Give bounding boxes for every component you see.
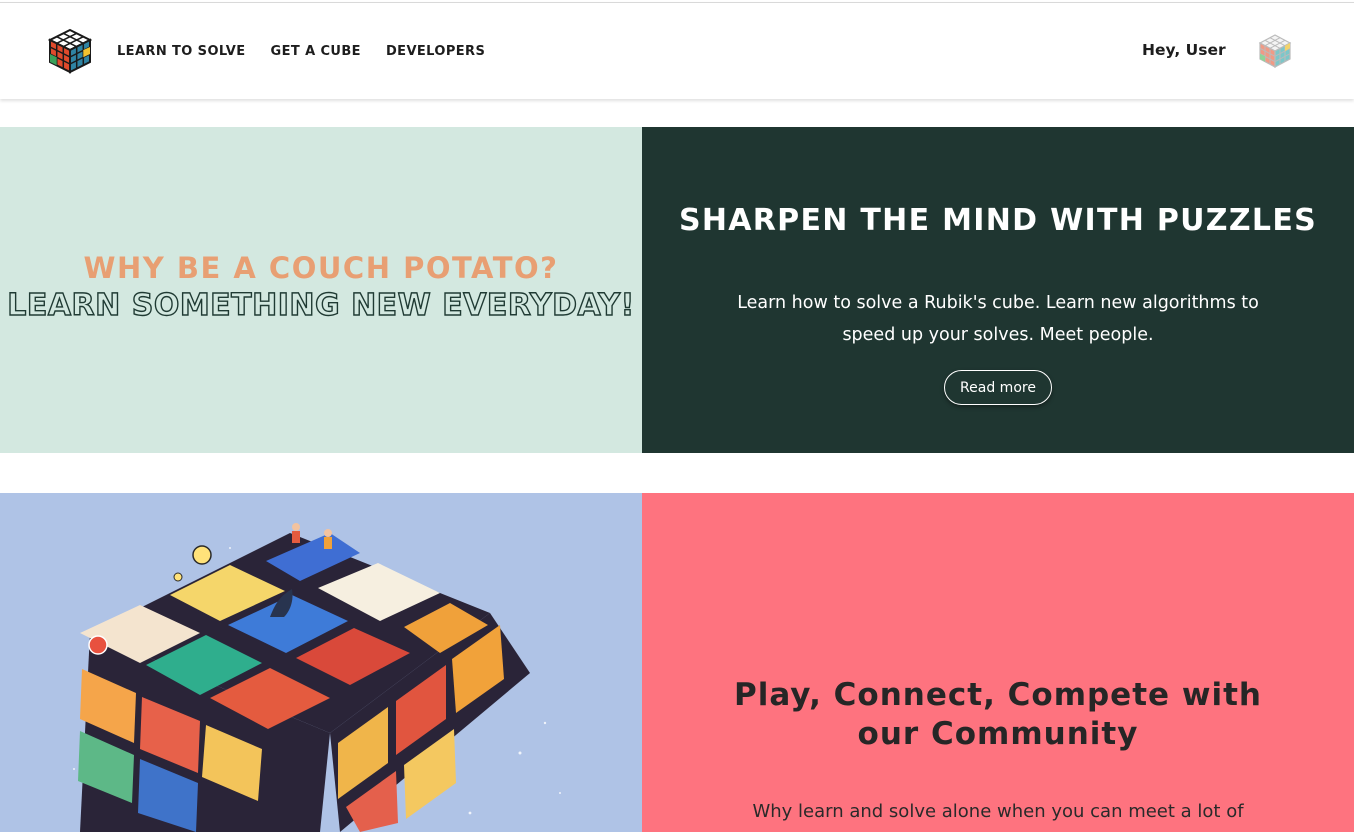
hero-title: SHARPEN THE MIND WITH PUZZLES (678, 203, 1318, 238)
hero-tagline-panel: WHY BE A COUCH POTATO? LEARN SOMETHING N… (0, 127, 642, 453)
nav-get-a-cube[interactable]: GET A CUBE (271, 44, 361, 59)
hero-tagline-line-2: LEARN SOMETHING NEW EVERYDAY! (7, 287, 635, 323)
read-more-button[interactable]: Read more (944, 370, 1052, 405)
user-greeting: Hey, User (1142, 41, 1226, 59)
community-title: Play, Connect, Compete with our Communit… (733, 677, 1262, 752)
hero-description: Learn how to solve a Rubik's cube. Learn… (737, 293, 1259, 345)
cube-illustration-panel (0, 493, 642, 832)
community-description: Why learn and solve alone when you can m… (752, 801, 1244, 822)
rubiks-cube-illustration (73, 523, 561, 832)
top-navbar: LEARN TO SOLVE GET A CUBE DEVELOPERS Hey… (0, 2, 1354, 99)
hero-intro-panel: SHARPEN THE MIND WITH PUZZLES Learn how … (642, 127, 1354, 453)
main-nav: LEARN TO SOLVE GET A CUBE DEVELOPERS (117, 3, 485, 100)
hero-tagline-line-1: WHY BE A COUCH POTATO? (83, 251, 559, 285)
user-avatar-icon[interactable] (1258, 33, 1292, 69)
nav-learn-to-solve[interactable]: LEARN TO SOLVE (117, 44, 246, 59)
rubiks-cube-logo-icon[interactable] (47, 28, 93, 74)
community-panel: Play, Connect, Compete with our Communit… (642, 493, 1354, 832)
nav-developers[interactable]: DEVELOPERS (386, 44, 485, 59)
